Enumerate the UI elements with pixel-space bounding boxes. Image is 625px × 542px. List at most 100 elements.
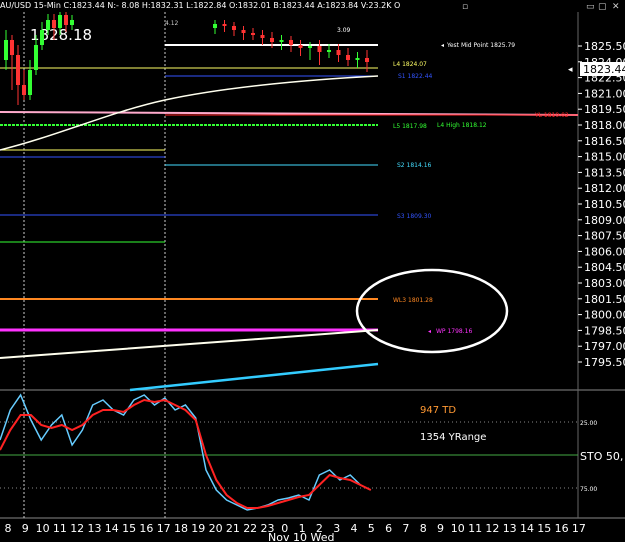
price-tag: 4.12	[165, 20, 179, 27]
price-tick-label: 1807.50	[584, 230, 625, 243]
time-tick-label: 15	[122, 522, 136, 535]
level-label: L4 1824.07	[393, 61, 427, 68]
price-tick-label: 1798.50	[584, 324, 625, 337]
time-tick-label: 11	[468, 522, 482, 535]
stochastic-k-line	[0, 393, 372, 511]
arrow-left-icon: ◂	[568, 65, 573, 75]
price-tag: 3.09	[337, 27, 351, 34]
time-tick-label: 12	[485, 522, 499, 535]
price-tick-label: 1804.50	[584, 261, 625, 274]
candle	[22, 70, 26, 100]
time-tick-label: 8	[420, 522, 427, 535]
svg-text:▫: ▫	[462, 2, 468, 12]
price-tick-label: 1797.00	[584, 340, 625, 353]
level-label: S1 1822.44	[398, 73, 433, 80]
time-tick-label: 17	[157, 522, 171, 535]
price-tick-label: 1810.50	[584, 198, 625, 211]
big-price-label: 1828.18	[30, 26, 92, 44]
time-tick-label: 7	[402, 522, 409, 535]
time-tick-label: 22	[243, 522, 257, 535]
time-tick-label: 16	[139, 522, 153, 535]
time-tick-label: 9	[22, 522, 29, 535]
yrange-label: 1354 YRange	[420, 432, 486, 443]
candle	[213, 20, 217, 34]
stochastic-d-line	[0, 398, 372, 509]
time-tick-label: 13	[88, 522, 102, 535]
candle	[365, 50, 369, 72]
time-tick-label: 20	[209, 522, 223, 535]
time-tick-label: 18	[174, 522, 188, 535]
level-label: WP 1798.16	[436, 328, 472, 335]
time-tick-label: 9	[437, 522, 444, 535]
price-axis: 1825.501824.001822.501821.001819.501818.…	[578, 40, 625, 369]
time-tick-label: 17	[572, 522, 586, 535]
price-tick-label: 1818.00	[584, 119, 625, 132]
price-tick-label: 1815.00	[584, 151, 625, 164]
level-label: YL 1819.02	[534, 112, 569, 119]
price-tick-label: 1816.50	[584, 135, 625, 148]
oscillator-label: STO 50,	[580, 450, 623, 463]
minimize-icon[interactable]: ▢	[598, 2, 607, 12]
candle	[10, 35, 14, 90]
header-info: AU/USD 15-Min C:1823.44 N:- 8.08 H:1832.…	[0, 1, 400, 10]
time-tick-label: 13	[503, 522, 517, 535]
price-tick-label: 1795.50	[584, 356, 625, 369]
price-tick-label: 1803.00	[584, 277, 625, 290]
candle	[355, 52, 360, 68]
candles	[4, 12, 369, 105]
level-label: S2 1814.16	[397, 162, 432, 169]
level-label: S3 1809.30	[397, 213, 432, 220]
candle	[260, 30, 265, 45]
window-icon-3[interactable]: ▭	[586, 2, 595, 12]
time-tick-label: 21	[226, 522, 240, 535]
price-tick-label: 1806.00	[584, 245, 625, 258]
price-tick-label: 1819.50	[584, 103, 625, 116]
price-tick-label: 1821.00	[584, 87, 625, 100]
close-icon[interactable]: ✕	[612, 2, 620, 12]
price-tick-label: 1800.00	[584, 309, 625, 322]
candle	[346, 48, 350, 66]
time-tick-label: 4	[351, 522, 358, 535]
price-tick-label: 1801.50	[584, 293, 625, 306]
window-icon-4[interactable]: ▫	[462, 2, 468, 12]
level-label: L4 High 1818.12	[437, 122, 487, 129]
candle	[298, 40, 303, 56]
candle	[222, 20, 227, 32]
time-tick-label: 15	[537, 522, 551, 535]
level-label: L5 1817.98	[393, 123, 427, 130]
chart-area[interactable]: AU/USD 15-Min C:1823.44 N:- 8.08 H:1832.…	[0, 0, 625, 542]
time-tick-label: 19	[191, 522, 205, 535]
level-label: WL3 1801.28	[393, 297, 433, 304]
svg-text:✕: ✕	[612, 2, 620, 12]
time-tick-label: 5	[368, 522, 375, 535]
price-tick-label: 1825.50	[584, 40, 625, 53]
time-tick-label: 10	[451, 522, 465, 535]
time-tick-label: 10	[36, 522, 50, 535]
time-tick-label: 11	[53, 522, 67, 535]
osc-level-label: 75.00	[580, 486, 597, 493]
candle	[289, 36, 293, 52]
moving-average-line	[0, 329, 379, 359]
price-tick-label: 1813.50	[584, 166, 625, 179]
date-label: Nov 10 Wed	[268, 531, 334, 542]
annotation-ellipse	[355, 268, 509, 354]
candle	[279, 35, 284, 50]
svg-text:▭: ▭	[586, 2, 595, 12]
candle	[336, 44, 341, 62]
time-tick-label: 8	[5, 522, 12, 535]
candle	[232, 22, 236, 36]
candle	[317, 40, 322, 65]
td-label: 947 TD	[420, 405, 456, 416]
candle	[28, 60, 32, 100]
candle	[241, 26, 246, 40]
time-tick-label: 6	[385, 522, 392, 535]
time-tick-label: 16	[555, 522, 569, 535]
candle	[4, 30, 8, 70]
price-tick-label: 1809.00	[584, 214, 625, 227]
osc-level-label: 25.00	[580, 420, 597, 427]
time-tick-label: 12	[70, 522, 84, 535]
candle	[251, 28, 255, 40]
level-label: Yest Mid Point 1825.79	[446, 42, 515, 49]
time-tick-label: 14	[105, 522, 119, 535]
arrow-left-icon: ◂	[441, 42, 444, 49]
